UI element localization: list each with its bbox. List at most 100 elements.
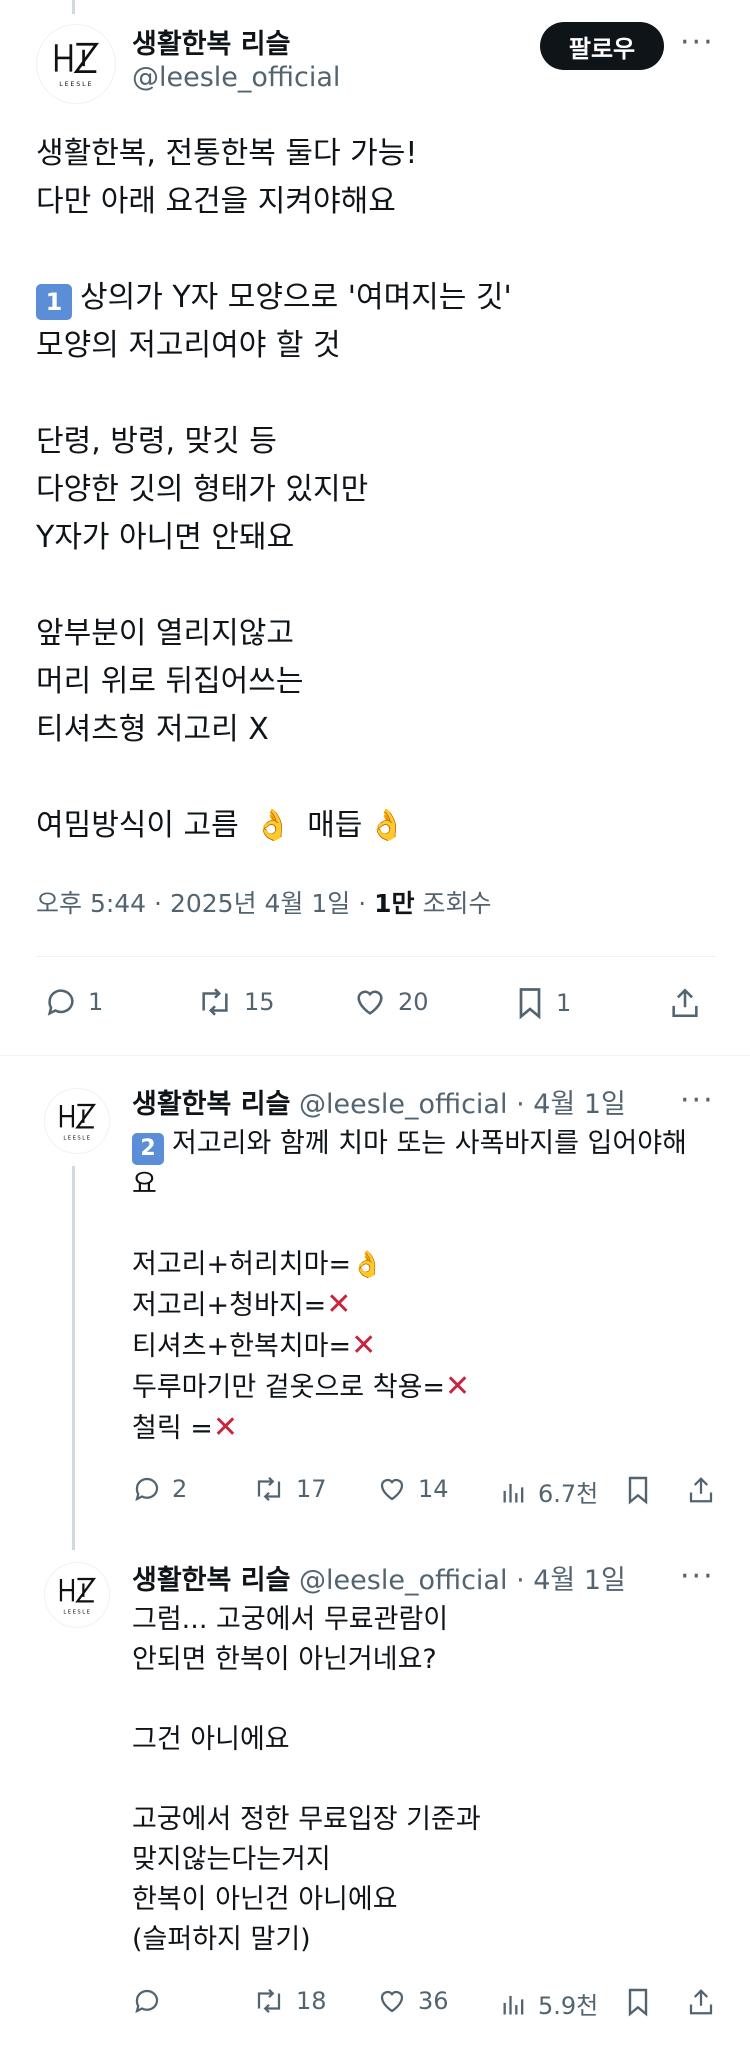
repost-icon	[202, 988, 228, 1016]
reply-icon	[47, 989, 74, 1016]
repost-icon	[257, 1988, 281, 2014]
share-icon	[689, 1477, 713, 1503]
repost-button[interactable]: 15	[196, 985, 275, 1019]
text-line: 다양한 깃의 형태가 있지만	[36, 472, 369, 507]
reply-tweet[interactable]: LEESLE 생활한복 리슬 @leesle_official · 4월 1일 …	[0, 1550, 750, 2062]
text-line: 다만 아래 요건을 지켜야해요	[36, 184, 396, 219]
reply-header: 생활한복 리슬 @leesle_official · 4월 1일	[132, 1565, 626, 1596]
heart-icon	[380, 1990, 404, 2013]
like-count: 36	[418, 1987, 449, 2015]
views-button[interactable]: 6.7천	[500, 1474, 598, 1509]
share-icon	[689, 1989, 713, 2015]
leesle-logo-icon: LEESLE	[54, 42, 99, 88]
more-options-icon[interactable]: ···	[680, 28, 715, 58]
share-icon	[672, 988, 698, 1018]
svg-text:LEESLE: LEESLE	[63, 1609, 91, 1615]
text-line: 맞지않는다는거지	[132, 1844, 331, 1875]
text-line: 저고리+허리치마=👌	[132, 1245, 722, 1285]
reply-button[interactable]: 2	[132, 1474, 187, 1504]
views-label: 조회수	[422, 889, 492, 918]
divider	[36, 956, 716, 957]
views-count: 5.9천	[538, 1992, 599, 2020]
tweet-time[interactable]: 오후 5:44	[36, 889, 146, 918]
bookmark-button[interactable]	[624, 1474, 652, 1506]
reply-count: 2	[172, 1475, 188, 1503]
repost-count: 18	[296, 1987, 327, 2015]
text-line: 1 상의가 Y자 모양으로 '여며지는 깃'	[36, 274, 716, 322]
analytics-icon	[503, 1995, 524, 2014]
text-line: 그럼... 고궁에서 무료관람이	[132, 1604, 449, 1635]
avatar[interactable]: LEESLE	[44, 1562, 110, 1628]
like-button[interactable]: 14	[376, 1474, 449, 1504]
text-line: 그건 아니에요	[132, 1724, 290, 1755]
reply-button[interactable]: 1	[44, 985, 103, 1019]
bookmark-button[interactable]	[624, 1986, 652, 2018]
tweet-text: 생활한복, 전통한복 둘다 가능! 다만 아래 요건을 지켜야해요 1 상의가 Y…	[36, 130, 716, 850]
author-name[interactable]: 생활한복 리슬	[132, 1089, 290, 1120]
share-button[interactable]	[686, 1474, 716, 1506]
text-line: 모양의 저고리여야 할 것	[36, 328, 341, 363]
heart-icon	[357, 990, 383, 1015]
text-line: 티셔츠형 저고리 X	[36, 712, 269, 747]
bookmark-button[interactable]: 1	[514, 985, 571, 1021]
bookmark-icon	[519, 988, 541, 1020]
repost-count: 17	[296, 1475, 327, 1503]
logo-text: LEESLE	[59, 81, 93, 88]
heart-icon	[380, 1478, 404, 1501]
follow-button[interactable]: 팔로우	[540, 22, 664, 70]
ok-hand-icon: 👌	[351, 1250, 384, 1280]
cross-mark-icon: ✕	[326, 1287, 352, 1322]
text-line: 안되면 한복이 아닌거네요?	[132, 1644, 437, 1675]
reply-count: 1	[88, 988, 104, 1016]
ok-hand-icon: 👌	[368, 808, 406, 843]
more-options-icon[interactable]: ···	[680, 1086, 715, 1116]
text-line: 2 저고리와 함께 치마 또는 사폭바지를 입어야해	[132, 1124, 722, 1165]
repost-icon	[257, 1476, 281, 1502]
keycap-2-icon: 2	[132, 1133, 164, 1165]
reply-date[interactable]: 4월 1일	[533, 1089, 626, 1120]
share-button[interactable]	[686, 1986, 716, 2018]
reply-date[interactable]: 4월 1일	[533, 1565, 626, 1596]
bookmark-icon	[628, 1988, 648, 2017]
cross-mark-icon: ✕	[445, 1369, 471, 1404]
ok-hand-icon: 👌	[254, 808, 292, 843]
text-line: 고궁에서 정한 무료입장 기준과	[132, 1804, 481, 1835]
leesle-logo-icon: LEESLE	[59, 1577, 96, 1615]
views-button[interactable]: 5.9천	[500, 1986, 598, 2021]
avatar[interactable]: LEESLE	[44, 1088, 110, 1154]
text-line: 요	[132, 1169, 157, 1200]
analytics-icon	[503, 1483, 524, 1502]
text-line: 두루마기만 겉옷으로 착용=✕	[132, 1369, 471, 1404]
reply-header: 생활한복 리슬 @leesle_official · 4월 1일	[132, 1089, 626, 1120]
author-name[interactable]: 생활한복 리슬	[132, 22, 290, 61]
keycap-1-icon: 1	[36, 284, 72, 320]
like-count: 20	[398, 988, 429, 1016]
like-button[interactable]: 20	[352, 985, 429, 1019]
repost-button[interactable]: 18	[252, 1986, 327, 2016]
repost-count: 15	[244, 988, 275, 1016]
text-line: 앞부분이 열리지않고	[36, 616, 294, 651]
more-options-icon[interactable]: ···	[680, 1562, 715, 1592]
text-line: 생활한복, 전통한복 둘다 가능!	[36, 136, 418, 171]
views-count: 6.7천	[538, 1480, 599, 1508]
like-button[interactable]: 36	[376, 1986, 449, 2016]
text-line: 단령, 방령, 맞깃 등	[36, 424, 277, 459]
views-count: 1만	[374, 889, 415, 918]
leesle-logo-icon: LEESLE	[59, 1103, 96, 1141]
author-handle[interactable]: @leesle_official	[299, 1565, 507, 1596]
text-line: 한복이 아닌건 아니에요	[132, 1884, 398, 1915]
avatar[interactable]: LEESLE	[36, 24, 116, 104]
repost-button[interactable]: 17	[252, 1474, 327, 1504]
reply-text: 2 저고리와 함께 치마 또는 사폭바지를 입어야해 요 저고리+허리치마=👌 저…	[132, 1124, 722, 1449]
author-handle[interactable]: @leesle_official	[299, 1089, 507, 1120]
reply-button[interactable]	[132, 1986, 162, 2016]
text-line: Y자가 아니면 안돼요	[36, 520, 295, 555]
author-name[interactable]: 생활한복 리슬	[132, 1565, 290, 1596]
share-button[interactable]	[668, 985, 702, 1021]
author-handle[interactable]: @leesle_official	[132, 62, 340, 93]
tweet-date[interactable]: 2025년 4월 1일	[170, 889, 350, 918]
reply-tweet[interactable]: LEESLE 생활한복 리슬 @leesle_official · 4월 1일 …	[0, 1056, 750, 1550]
main-tweet: LEESLE 생활한복 리슬 @leesle_official 팔로우 ··· …	[0, 0, 750, 1055]
text-line: (슬퍼하지 말기)	[132, 1924, 311, 1955]
text-line: 여밈방식이 고름 👌 매듭 👌	[36, 802, 716, 850]
